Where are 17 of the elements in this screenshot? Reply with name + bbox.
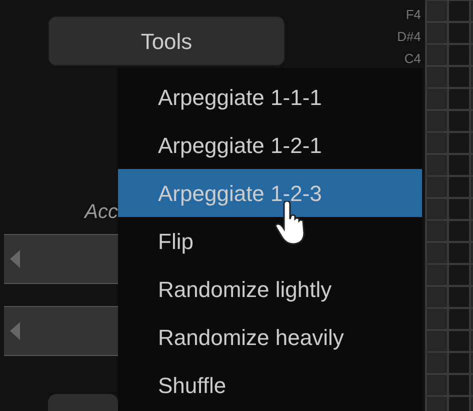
menu-item[interactable]: Flip xyxy=(118,217,422,265)
menu-item[interactable]: Shuffle xyxy=(118,361,422,409)
button-background[interactable] xyxy=(48,394,118,411)
left-arrow-icon xyxy=(10,322,20,340)
note-label: F4 xyxy=(406,6,421,24)
left-arrow-icon xyxy=(10,250,20,268)
menu-item[interactable]: Randomize lightly xyxy=(118,265,422,313)
note-label: D#4 xyxy=(397,28,421,46)
note-label: C4 xyxy=(404,50,421,68)
slider-bar[interactable] xyxy=(4,306,118,356)
side-label: Acc xyxy=(82,200,118,225)
menu-item[interactable]: Arpeggiate 1-2-3 xyxy=(118,169,422,217)
menu-item[interactable]: Arpeggiate 1-2-1 xyxy=(118,121,422,169)
tools-button[interactable]: Tools xyxy=(48,16,285,66)
menu-item[interactable]: Arpeggiate 1-1-1 xyxy=(118,73,422,121)
menu-item[interactable]: Randomize heavily xyxy=(118,313,422,361)
slider-bar[interactable] xyxy=(4,234,118,284)
